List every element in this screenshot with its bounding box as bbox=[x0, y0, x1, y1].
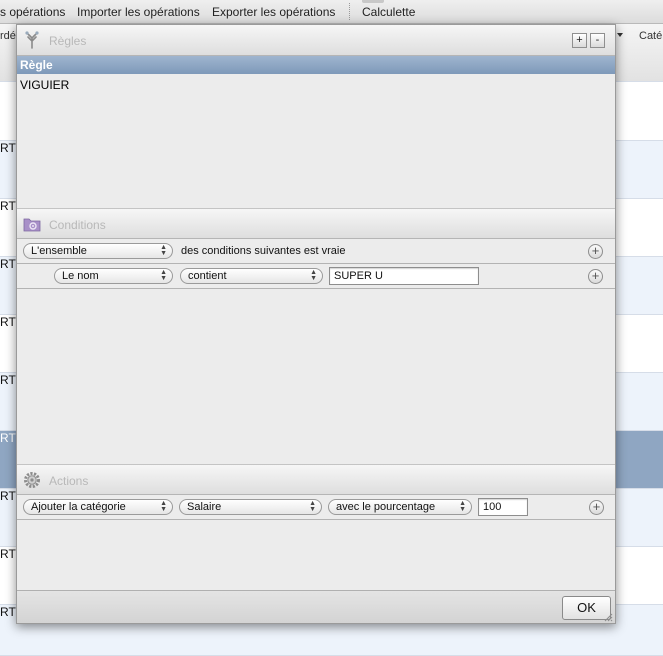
conditions-title: Conditions bbox=[49, 218, 106, 232]
toolbar-item-import[interactable]: Importer les opérations bbox=[77, 5, 200, 19]
resize-grip-icon[interactable] bbox=[603, 612, 613, 622]
remove-rule-button[interactable]: - bbox=[590, 33, 605, 48]
condition-value-input[interactable]: SUPER U bbox=[329, 267, 479, 285]
actions-section-header: Actions bbox=[17, 464, 615, 495]
column-header-category[interactable]: Caté bbox=[639, 30, 662, 42]
condition-operator-popup[interactable]: contient ▲ ▼ bbox=[180, 268, 323, 284]
conditions-section-header: Conditions bbox=[17, 208, 615, 239]
condition-operator-value: contient bbox=[188, 270, 227, 282]
column-header-left[interactable]: rdé bbox=[0, 30, 16, 42]
calculator-icon bbox=[362, 0, 384, 3]
action-type-value: Ajouter la catégorie bbox=[31, 501, 126, 513]
condition-row: Le nom ▲ ▼ contient ▲ ▼ SUPER U + bbox=[17, 264, 615, 289]
add-action-button[interactable]: + bbox=[589, 500, 604, 515]
toolbar-item-export[interactable]: Exporter les opérations bbox=[212, 5, 335, 19]
rule-item[interactable]: VIGUIER bbox=[20, 78, 69, 92]
condition-match-row: L'ensemble ▲ ▼ des conditions suivantes e… bbox=[17, 239, 615, 264]
action-type-popup[interactable]: Ajouter la catégorie ▲ ▼ bbox=[23, 499, 173, 515]
action-mode-popup[interactable]: avec le pourcentage ▲ ▼ bbox=[328, 499, 472, 515]
match-type-popup[interactable]: L'ensemble ▲ ▼ bbox=[23, 243, 173, 259]
action-category-value: Salaire bbox=[187, 501, 222, 513]
add-rule-button[interactable]: + bbox=[572, 33, 587, 48]
match-suffix-label: des conditions suivantes est vraie bbox=[181, 245, 346, 257]
toolbar-item-calculette[interactable]: Calculette bbox=[362, 5, 415, 19]
rules-panel: Règles + - Règle VIGUIER Conditions L'en… bbox=[16, 24, 616, 624]
actions-title: Actions bbox=[49, 474, 89, 488]
gear-icon bbox=[24, 472, 40, 488]
toolbar-item-operations[interactable]: s opérations bbox=[0, 5, 65, 19]
rules-list-header[interactable]: Règle bbox=[17, 56, 615, 74]
add-condition-button[interactable]: + bbox=[588, 244, 603, 259]
match-type-value: L'ensemble bbox=[31, 245, 87, 257]
panel-footer: OK bbox=[17, 590, 615, 623]
folder-gear-icon bbox=[23, 218, 41, 232]
app-toolbar: s opérations Importer les opérations Exp… bbox=[0, 0, 663, 24]
add-subcondition-button[interactable]: + bbox=[588, 269, 603, 284]
action-mode-value: avec le pourcentage bbox=[336, 501, 436, 513]
rules-icon bbox=[25, 31, 39, 49]
popup-arrows-icon: ▲ ▼ bbox=[160, 500, 167, 513]
toolbar-separator bbox=[349, 3, 350, 20]
popup-arrows-icon: ▲ ▼ bbox=[459, 500, 466, 513]
chevron-down-icon[interactable] bbox=[617, 33, 623, 37]
rules-list-header-label: Règle bbox=[20, 58, 53, 72]
condition-field-value: Le nom bbox=[62, 270, 99, 282]
rules-title: Règles bbox=[49, 34, 87, 48]
action-row: Ajouter la catégorie ▲ ▼ Salaire ▲ ▼ avec … bbox=[17, 495, 615, 520]
popup-arrows-icon: ▲ ▼ bbox=[160, 269, 167, 282]
rules-section-header: Règles + - bbox=[17, 25, 615, 56]
popup-arrows-icon: ▲ ▼ bbox=[309, 500, 316, 513]
popup-arrows-icon: ▲ ▼ bbox=[310, 269, 317, 282]
action-percentage-input[interactable]: 100 bbox=[478, 498, 528, 516]
popup-arrows-icon: ▲ ▼ bbox=[160, 244, 167, 257]
condition-field-popup[interactable]: Le nom ▲ ▼ bbox=[54, 268, 173, 284]
action-category-popup[interactable]: Salaire ▲ ▼ bbox=[179, 499, 322, 515]
